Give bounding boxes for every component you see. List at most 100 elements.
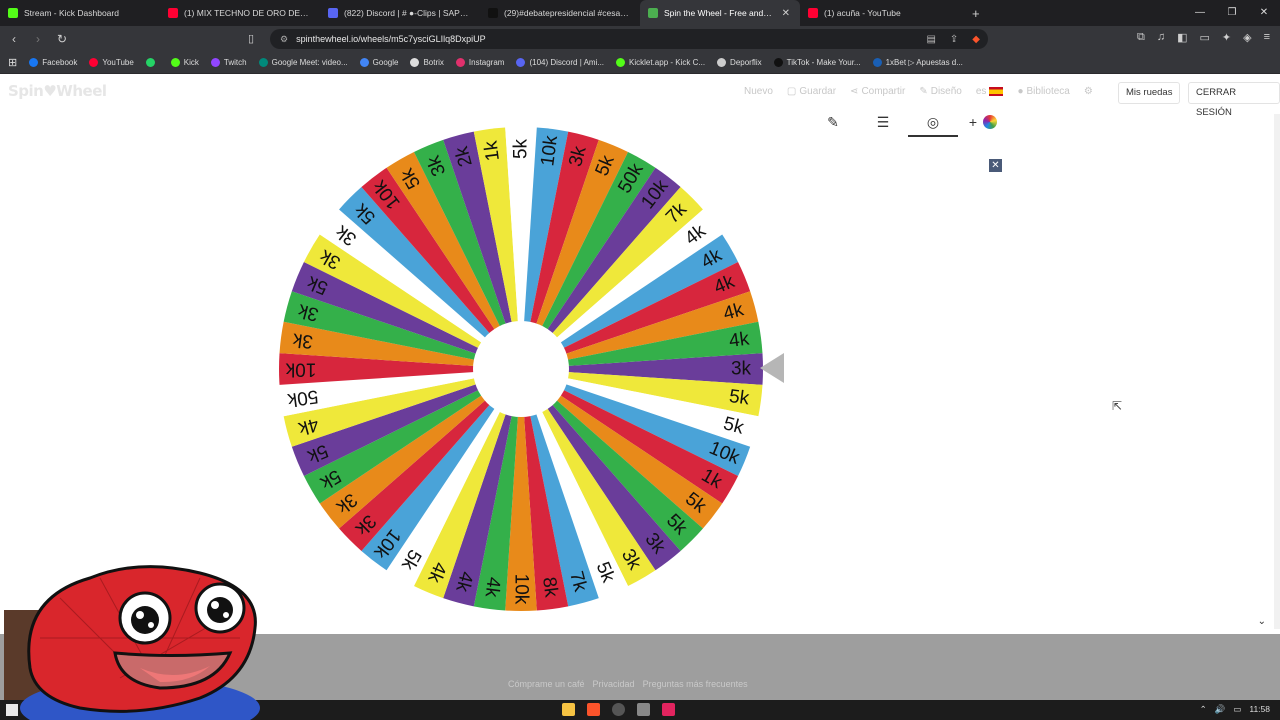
bookmark-item[interactable]: Botrix	[410, 58, 444, 67]
back-icon[interactable]: ‹	[4, 32, 24, 46]
page-scrollbar[interactable]	[1274, 114, 1280, 629]
browser-tab[interactable]: (29)#debatepresidencial #cesaracuña...	[480, 0, 640, 26]
bookmark-item[interactable]: Facebook	[29, 58, 77, 67]
vpn-icon[interactable]: ◈	[1243, 31, 1251, 44]
address-bar[interactable]: ⚙ spinthewheel.io/wheels/m5c7ysciGLIlq8D…	[270, 29, 988, 49]
ai-icon[interactable]: ✦	[1222, 31, 1231, 44]
menu-nuevo[interactable]: Nuevo	[744, 86, 773, 97]
wheel-segment-label: 5k	[511, 138, 532, 159]
menu-diseno[interactable]: ✎ Diseño	[919, 86, 962, 97]
bookmark-favicon-icon	[516, 58, 526, 67]
forward-icon[interactable]: ›	[28, 32, 48, 46]
bookmark-item[interactable]: TikTok - Make Your...	[773, 58, 861, 67]
close-tab-icon[interactable]: ✕	[782, 8, 790, 19]
close-window-button[interactable]: ✕	[1248, 0, 1280, 26]
bookmark-label: YouTube	[102, 58, 134, 67]
wheel-segment-label: 10k	[511, 574, 532, 605]
browser-tab-strip: Stream - Kick Dashboard (1) MIX TECHNO DE…	[0, 0, 1280, 26]
extensions-area: ⧉ ♫ ◧ ▭ ✦ ◈ ≡	[1137, 31, 1270, 44]
coffee-link[interactable]: Cómprame un café	[508, 679, 585, 689]
apps-icon[interactable]: ⊞	[8, 56, 17, 69]
wheel-segment-label: 4k	[480, 576, 504, 599]
bookmark-favicon-icon	[258, 58, 268, 67]
reader-icon[interactable]: ▤	[926, 34, 935, 45]
wheel-center-hub[interactable]	[473, 321, 569, 417]
site-logo[interactable]: Spin♥Wheel	[8, 82, 107, 100]
tab-title: (1) acuña - YouTube	[824, 8, 901, 18]
wheel-tools: ✎ ☰ ◎ +	[808, 110, 1008, 137]
reload-icon[interactable]: ↻	[52, 32, 72, 46]
list-icon[interactable]: ☰	[858, 114, 908, 131]
browser-menu-icon[interactable]: ≡	[1264, 31, 1270, 44]
file-explorer-icon[interactable]	[562, 703, 575, 716]
media-icon[interactable]: ♫	[1157, 31, 1165, 44]
bookmark-item[interactable]	[145, 58, 159, 67]
tab-favicon-icon	[488, 8, 498, 18]
menu-guardar[interactable]: ▢ Guardar	[787, 86, 836, 97]
bookmark-favicon-icon	[616, 58, 626, 67]
vpn-app-icon[interactable]	[637, 703, 650, 716]
share-icon[interactable]: ⇪	[950, 34, 958, 45]
edit-pencil-icon[interactable]: ✎	[808, 114, 858, 131]
bookmark-item[interactable]: Deporflix	[717, 58, 762, 67]
privacy-link[interactable]: Privacidad	[593, 679, 635, 689]
wallet-icon[interactable]: ▭	[1199, 31, 1209, 44]
bookmark-item[interactable]: Twitch	[210, 58, 247, 67]
brave-shield-icon[interactable]: ◆	[972, 34, 980, 45]
sidebar-icon[interactable]: ◧	[1177, 31, 1187, 44]
minimize-button[interactable]: —	[1184, 0, 1216, 26]
browser-tab[interactable]: (822) Discord | # ●-Clips | SAPOLIOS	[320, 0, 480, 26]
prize-wheel[interactable]: 3k5k5k10k1k5k5k3k3k5k7k8k10k4k4k4k5k10k3…	[276, 124, 766, 614]
url-text[interactable]: spinthewheel.io/wheels/m5c7ysciGLIlq8Dxp…	[296, 34, 486, 44]
globe-icon: ●	[1017, 86, 1024, 97]
restore-button[interactable]: ❐	[1216, 0, 1248, 26]
add-color-button[interactable]: +	[958, 114, 1008, 130]
bookmark-label: TikTok - Make Your...	[786, 58, 861, 67]
cerrar-sesion-button[interactable]: CERRAR SESIÓN	[1188, 82, 1280, 118]
network-icon[interactable]: ▭	[1233, 704, 1241, 715]
bookmark-item[interactable]: Google Meet: video...	[258, 58, 348, 67]
menu-biblioteca[interactable]: ● Biblioteca	[1017, 86, 1069, 97]
language-selector[interactable]: es	[976, 86, 1004, 97]
close-panel-button[interactable]: ✕	[989, 159, 1002, 172]
clock[interactable]: 11:58	[1249, 704, 1270, 715]
mis-ruedas-button[interactable]: Mis ruedas	[1118, 82, 1181, 104]
tray-chevron-icon[interactable]: ⌃	[1200, 704, 1207, 715]
browser-tab[interactable]: (1) acuña - YouTube	[800, 0, 960, 26]
obs-icon[interactable]	[612, 703, 625, 716]
bookmark-favicon-icon	[717, 58, 727, 67]
browser-tab[interactable]: (1) MIX TECHNO DE ORO DE 80'...	[160, 0, 320, 26]
menu-compartir[interactable]: ⋖ Compartir	[850, 86, 905, 97]
bookmark-item[interactable]: Google	[359, 58, 398, 67]
address-bar-actions: ▤ ⇪ ◆	[926, 34, 980, 45]
menu-compartir-label: Compartir	[861, 86, 906, 97]
spain-flag-icon	[989, 87, 1004, 96]
volume-icon[interactable]: 🔊	[1215, 704, 1226, 715]
hide-eye-icon[interactable]: ◎	[908, 114, 958, 137]
bookmark-label: 1xBet ▷ Apuestas d...	[885, 58, 963, 67]
brave-browser-icon[interactable]	[587, 703, 600, 716]
bookmark-item[interactable]: Instagram	[455, 58, 504, 67]
scroll-down-chevron-icon[interactable]: ⌄	[1258, 616, 1266, 627]
new-tab-button[interactable]: +	[972, 6, 980, 21]
bookmark-favicon-icon	[359, 58, 369, 67]
tab-title: (822) Discord | # ●-Clips | SAPOLIOS	[344, 8, 470, 18]
faq-link[interactable]: Preguntas más frecuentes	[643, 679, 748, 689]
bookmark-favicon-icon	[170, 58, 180, 67]
wheel-segment-label: 4k	[728, 328, 751, 352]
site-info-icon[interactable]: ⚙	[280, 34, 288, 45]
bookmark-item[interactable]: 1xBet ▷ Apuestas d...	[872, 58, 963, 67]
extensions-icon[interactable]: ⧉	[1137, 31, 1145, 44]
bookmark-label: Kicklet.app - Kick C...	[629, 58, 706, 67]
bookmark-label: (104) Discord | Ami...	[529, 58, 605, 67]
bookmark-item[interactable]: Kick	[170, 58, 199, 67]
bookmark-icon[interactable]: ▯	[248, 32, 254, 45]
settings-icon[interactable]: ⚙	[1084, 86, 1093, 97]
bookmark-item[interactable]: YouTube	[89, 58, 134, 67]
browser-tab[interactable]: Spin the Wheel - Free and easy to use ✕	[640, 0, 800, 26]
bookmark-item[interactable]: Kicklet.app - Kick C...	[616, 58, 705, 67]
bookmark-favicon-icon	[773, 58, 783, 67]
browser-tab[interactable]: Stream - Kick Dashboard	[0, 0, 160, 26]
tiktok-app-icon[interactable]	[662, 703, 675, 716]
bookmark-item[interactable]: (104) Discord | Ami...	[516, 58, 604, 67]
